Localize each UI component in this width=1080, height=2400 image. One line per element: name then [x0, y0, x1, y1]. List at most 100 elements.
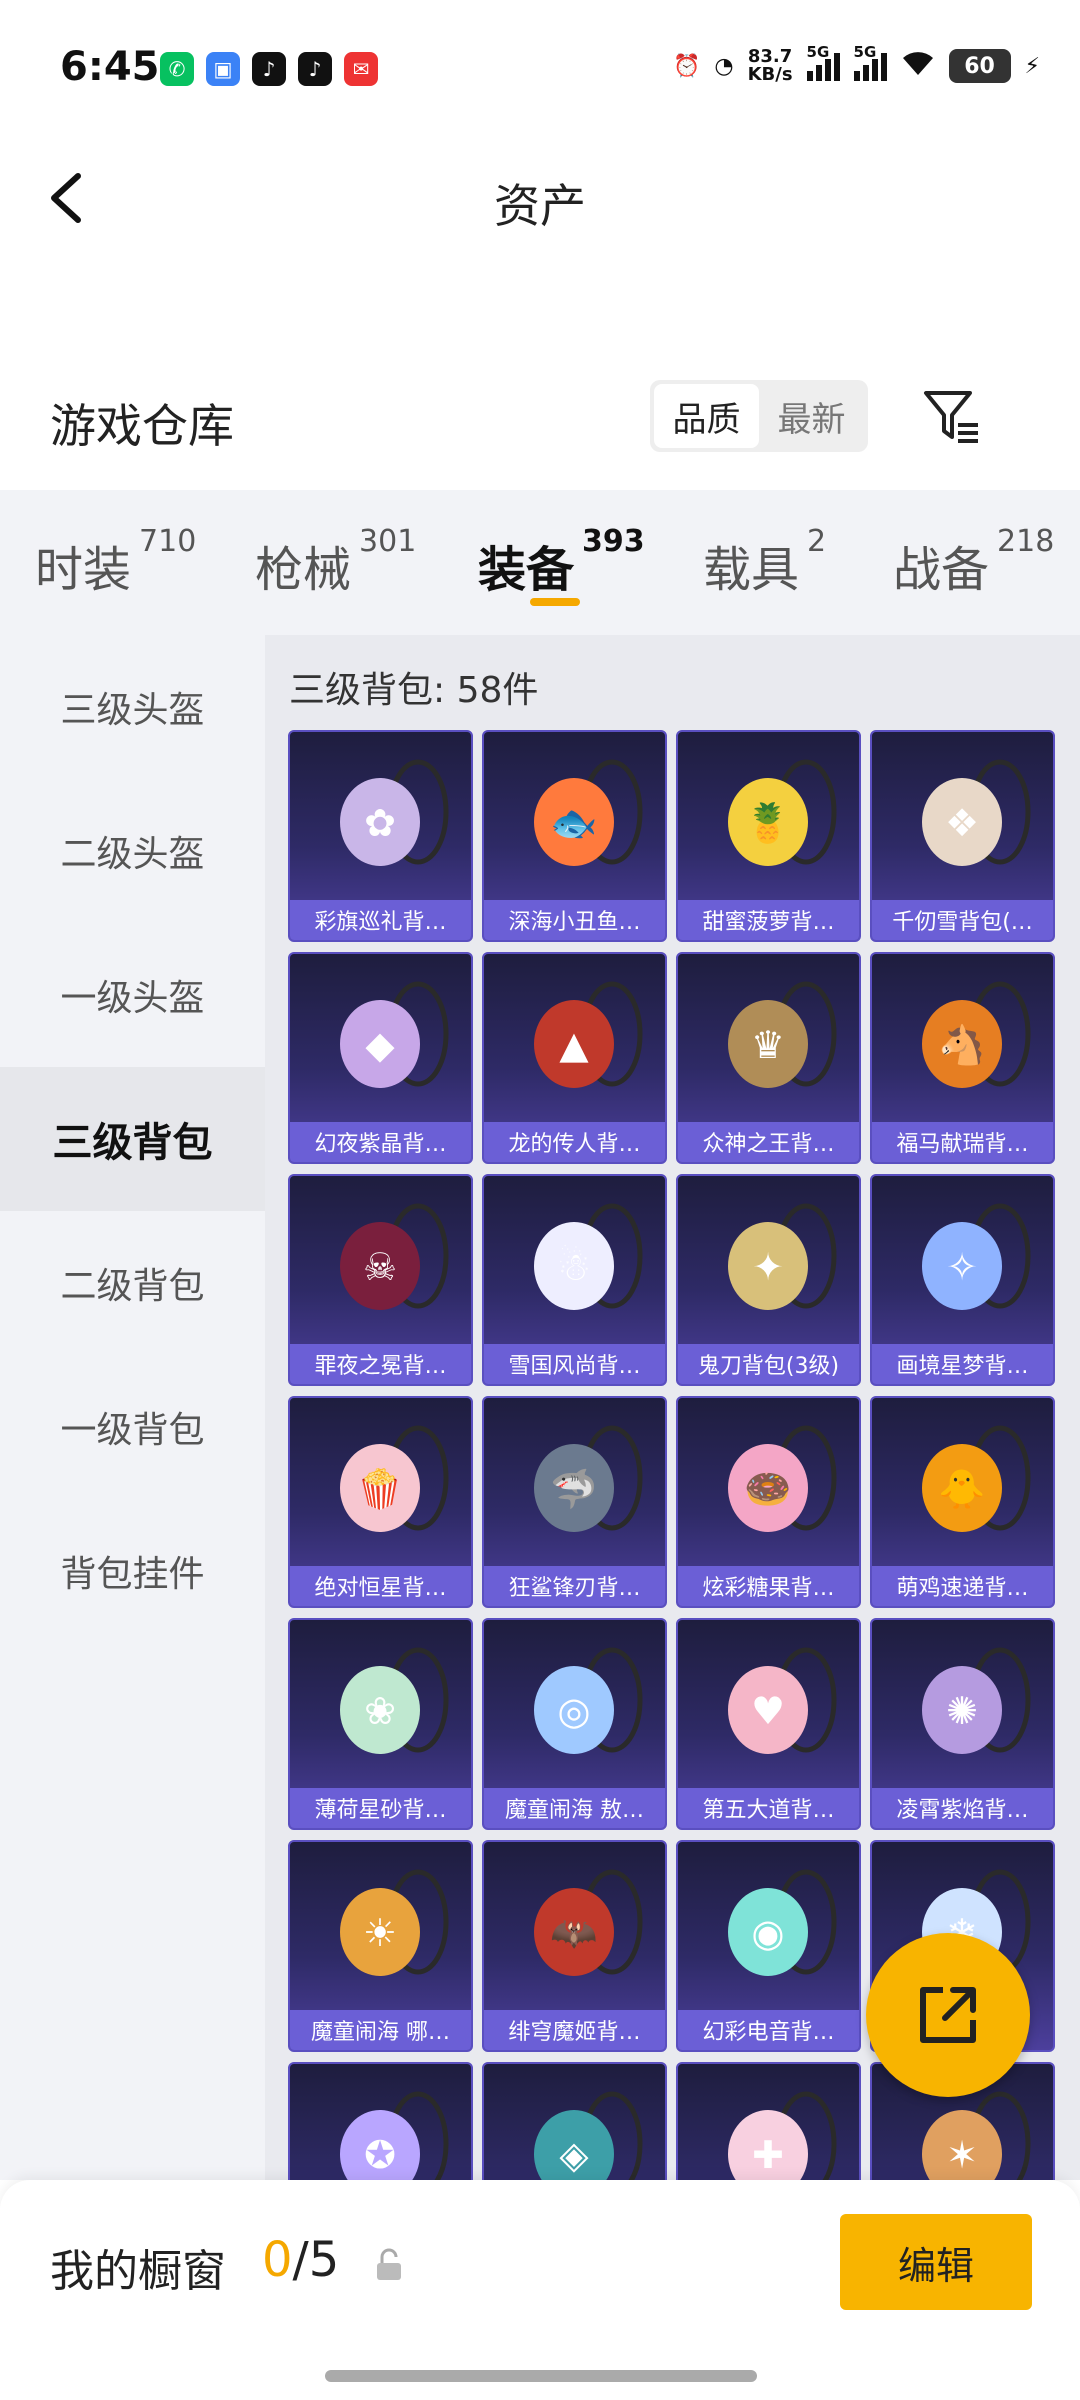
svg-text:🐴: 🐴: [938, 1023, 985, 1067]
backpack-image: ☀: [290, 1842, 471, 2012]
item-name: 雪国风尚背…: [484, 1344, 665, 1384]
item-name: 凌霄紫焰背…: [872, 1788, 1053, 1828]
item-card[interactable]: ✦ 鬼刀背包(3级): [676, 1174, 861, 1386]
status-system-icons: ⏰ ◔ 83.7 KB/s 5G 5G 60 ⚡: [673, 43, 1040, 85]
battery-icon: 60: [948, 49, 1011, 83]
tab-weapons[interactable]: 枪械301: [255, 524, 416, 600]
item-name: 绯穹魔姬背…: [484, 2010, 665, 2050]
status-time: 6:45: [60, 44, 160, 90]
share-button[interactable]: [866, 1933, 1030, 2097]
svg-text:❖: ❖: [944, 801, 978, 845]
item-name: 幻夜紫晶背…: [290, 1122, 471, 1162]
tab-vehicles[interactable]: 载具2: [703, 524, 826, 600]
item-card[interactable]: ❀ 薄荷星砂背…: [288, 1618, 473, 1830]
filter-icon[interactable]: [920, 385, 982, 447]
svg-text:✧: ✧: [946, 1245, 978, 1289]
item-name: 魔童闹海 敖…: [484, 1788, 665, 1828]
item-card[interactable]: 🐥 萌鸡速递背…: [870, 1396, 1055, 1608]
item-name: 绝对恒星背…: [290, 1566, 471, 1606]
backpack-image: ▲: [484, 954, 665, 1124]
backpack-image: ♛: [678, 954, 859, 1124]
sidebar-item-level1-backpack[interactable]: 一级背包: [0, 1355, 265, 1499]
item-name: 狂鲨锋刃背…: [484, 1566, 665, 1606]
item-card[interactable]: ✪: [288, 2062, 473, 2180]
sidebar-item-level2-backpack[interactable]: 二级背包: [0, 1211, 265, 1355]
category-tabs: 时装710 枪械301 装备393 载具2 战备218: [0, 490, 1080, 635]
item-name: 罪夜之冕背…: [290, 1344, 471, 1384]
svg-text:🍍: 🍍: [744, 801, 791, 845]
svg-text:◉: ◉: [751, 1911, 784, 1955]
backpack-image: ❖: [872, 732, 1053, 902]
tiktok-icon: ♪: [298, 52, 332, 86]
item-name: 千仞雪背包(…: [872, 900, 1053, 940]
tab-fashion[interactable]: 时装710: [35, 524, 196, 600]
item-card[interactable]: ❖ 千仞雪背包(…: [870, 730, 1055, 942]
sidebar-item-level2-helmet[interactable]: 二级头盔: [0, 779, 265, 923]
svg-text:✦: ✦: [752, 1245, 784, 1289]
sort-by-newest[interactable]: 最新: [759, 384, 864, 448]
backpack-image: ✿: [290, 732, 471, 902]
speedometer-icon: ◔: [714, 53, 734, 79]
item-card[interactable]: ◉ 幻彩电音背…: [676, 1840, 861, 2052]
item-card[interactable]: ♛ 众神之王背…: [676, 952, 861, 1164]
item-name: 龙的传人背…: [484, 1122, 665, 1162]
svg-text:🐟: 🐟: [550, 801, 597, 845]
item-card[interactable]: ✺ 凌霄紫焰背…: [870, 1618, 1055, 1830]
sort-by-quality[interactable]: 品质: [654, 384, 759, 448]
item-card[interactable]: ☃ 雪国风尚背…: [482, 1174, 667, 1386]
backpack-image: 🦇: [484, 1842, 665, 2012]
warehouse-row: 游戏仓库 品质 最新: [0, 370, 1080, 480]
tab-supplies[interactable]: 战备218: [893, 524, 1054, 600]
svg-text:☠: ☠: [362, 1245, 396, 1289]
item-name: 幻彩电音背…: [678, 2010, 859, 2050]
svg-text:☀: ☀: [362, 1911, 396, 1955]
edit-button[interactable]: 编辑: [840, 2214, 1032, 2310]
page-title: 资产: [494, 179, 586, 233]
item-card[interactable]: 🍩 炫彩糖果背…: [676, 1396, 861, 1608]
item-card[interactable]: 🐟 深海小丑鱼…: [482, 730, 667, 942]
message-icon: ▣: [206, 52, 240, 86]
backpack-image: 🐟: [484, 732, 665, 902]
net-speed: 83.7 KB/s: [747, 46, 793, 85]
backpack-image: ✧: [872, 1176, 1053, 1346]
item-card[interactable]: 🐴 福马献瑞背…: [870, 952, 1055, 1164]
mail-icon: ✉: [344, 52, 378, 86]
item-card[interactable]: 🦇 绯穹魔姬背…: [482, 1840, 667, 2052]
lock-icon: [375, 2248, 403, 2282]
bottom-bar: 我的橱窗 0/5 编辑: [0, 2180, 1080, 2400]
item-name: 鬼刀背包(3级): [678, 1344, 859, 1384]
backpack-image: 🦈: [484, 1398, 665, 1568]
item-card[interactable]: ☠ 罪夜之冕背…: [288, 1174, 473, 1386]
svg-text:✪: ✪: [364, 2133, 396, 2177]
item-card[interactable]: 🍍 甜蜜菠萝背…: [676, 730, 861, 942]
backpack-image: ☃: [484, 1176, 665, 1346]
item-card[interactable]: 🦈 狂鲨锋刃背…: [482, 1396, 667, 1608]
backpack-image: ✚: [678, 2064, 859, 2180]
sidebar-item-level3-backpack[interactable]: 三级背包: [0, 1067, 265, 1211]
item-card[interactable]: ◈: [482, 2062, 667, 2180]
svg-text:🐥: 🐥: [938, 1467, 985, 1511]
item-card[interactable]: 🍿 绝对恒星背…: [288, 1396, 473, 1608]
sidebar-item-backpack-pendant[interactable]: 背包挂件: [0, 1499, 265, 1643]
home-indicator: [325, 2370, 757, 2382]
backpack-image: ✦: [678, 1176, 859, 1346]
backpack-image: 🍩: [678, 1398, 859, 1568]
svg-text:✶: ✶: [946, 2133, 978, 2177]
svg-text:🍩: 🍩: [744, 1467, 791, 1511]
signal-icon: 5G: [806, 43, 840, 81]
item-card[interactable]: ✚: [676, 2062, 861, 2180]
item-name: 画境星梦背…: [872, 1344, 1053, 1384]
item-card[interactable]: ✿ 彩旗巡礼背…: [288, 730, 473, 942]
sidebar-item-level3-helmet[interactable]: 三级头盔: [0, 635, 265, 779]
tab-equipment[interactable]: 装备393: [478, 524, 645, 600]
item-card[interactable]: ✧ 画境星梦背…: [870, 1174, 1055, 1386]
item-card[interactable]: ☀ 魔童闹海 哪…: [288, 1840, 473, 2052]
item-card[interactable]: ◆ 幻夜紫晶背…: [288, 952, 473, 1164]
status-bar: 6:45 ✆ ▣ ♪ ♪ ✉ ⏰ ◔ 83.7 KB/s 5G 5G 60 ⚡: [0, 0, 1080, 140]
item-card[interactable]: ▲ 龙的传人背…: [482, 952, 667, 1164]
backpack-image: ◎: [484, 1620, 665, 1790]
status-notification-icons: ✆ ▣ ♪ ♪ ✉: [160, 52, 378, 86]
item-card[interactable]: ♥ 第五大道背…: [676, 1618, 861, 1830]
item-card[interactable]: ◎ 魔童闹海 敖…: [482, 1618, 667, 1830]
sidebar-item-level1-helmet[interactable]: 一级头盔: [0, 923, 265, 1067]
